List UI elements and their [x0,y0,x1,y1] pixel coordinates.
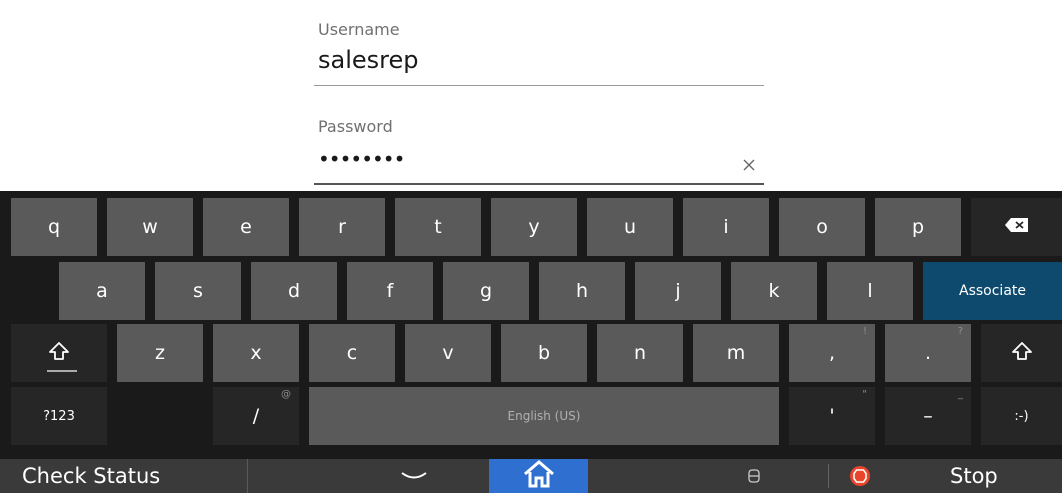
key-e[interactable]: e [203,198,289,256]
username-value: salesrep [318,46,419,74]
numbers-key[interactable]: ?123 [11,387,107,445]
apostrophe-hint: " [862,389,867,400]
key-x[interactable]: x [213,324,299,382]
password-field[interactable]: Password •••••••• [314,117,764,185]
key-d[interactable]: d [251,262,337,320]
password-value: •••••••• [318,147,405,171]
stop-button[interactable]: Stop [950,459,998,493]
key-q[interactable]: q [11,198,97,256]
memory-icon [739,459,769,493]
key-k[interactable]: k [731,262,817,320]
shift-right-key[interactable] [981,324,1062,382]
username-label: Username [318,20,400,39]
bottom-bar: Check Status Stop [0,459,1062,493]
key-t[interactable]: t [395,198,481,256]
on-screen-keyboard: q w e r t y u i o p a s d f g h j k l As… [0,191,1062,459]
key-j[interactable]: j [635,262,721,320]
space-label: English (US) [507,409,581,423]
key-f[interactable]: f [347,262,433,320]
apostrophe-label: ' [829,405,835,427]
shift-left-key[interactable] [11,324,107,382]
key-b[interactable]: b [501,324,587,382]
key-c[interactable]: c [309,324,395,382]
key-y[interactable]: y [491,198,577,256]
shift-icon [1011,341,1032,365]
key-h[interactable]: h [539,262,625,320]
key-m[interactable]: m [693,324,779,382]
login-form: Username salesrep Password •••••••• [0,0,1062,191]
key-r[interactable]: r [299,198,385,256]
key-apostrophe[interactable]: ' " [789,387,875,445]
check-status-button[interactable]: Check Status [0,459,248,493]
smiley-key[interactable]: :-) [981,387,1062,445]
password-label: Password [318,117,393,136]
comma-hint: ! [862,326,867,337]
key-period[interactable]: . ? [885,324,971,382]
key-i[interactable]: i [683,198,769,256]
space-key[interactable]: English (US) [309,387,779,445]
shift-indicator [47,370,77,372]
key-comma[interactable]: , ! [789,324,875,382]
username-field[interactable]: Username salesrep [314,20,764,86]
bottom-bar-divider [828,464,829,488]
key-dash[interactable]: – _ [885,387,971,445]
dash-hint: _ [958,389,963,400]
key-a[interactable]: a [59,262,145,320]
username-underline [314,85,764,86]
chevron-down-icon[interactable] [399,459,429,493]
slash-label: / [252,405,260,427]
stop-icon[interactable] [849,459,871,493]
dash-label: – [923,405,933,427]
password-underline [314,183,764,185]
key-v[interactable]: v [405,324,491,382]
slash-hint: @ [281,389,291,400]
home-icon [523,460,555,492]
key-slash[interactable]: / @ [213,387,299,445]
key-s[interactable]: s [155,262,241,320]
period-label: . [924,342,932,364]
comma-label: , [828,342,836,364]
key-z[interactable]: z [117,324,203,382]
associate-key[interactable]: Associate [923,262,1062,320]
clear-icon[interactable] [740,157,758,175]
period-hint: ? [957,326,963,337]
key-p[interactable]: p [875,198,961,256]
key-g[interactable]: g [443,262,529,320]
backspace-key[interactable] [971,198,1062,256]
key-u[interactable]: u [587,198,673,256]
key-l[interactable]: l [827,262,913,320]
backspace-icon [1004,216,1030,238]
key-w[interactable]: w [107,198,193,256]
key-n[interactable]: n [597,324,683,382]
shift-icon [49,341,69,365]
home-button[interactable] [489,459,588,493]
key-o[interactable]: o [779,198,865,256]
